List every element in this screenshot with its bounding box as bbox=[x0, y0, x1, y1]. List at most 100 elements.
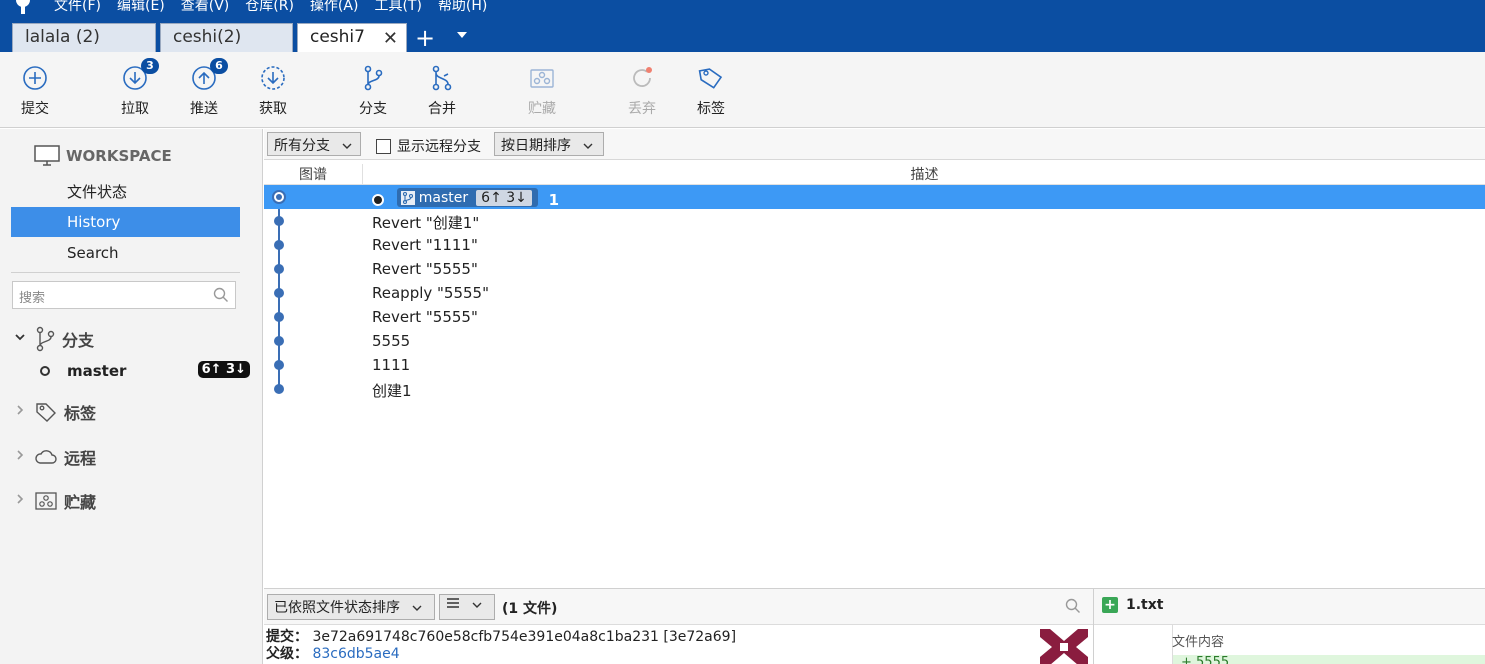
chevron-down-icon bbox=[583, 143, 593, 149]
parent-hash-link[interactable]: 83c6db5ae4 bbox=[312, 646, 399, 662]
merge-button[interactable]: 合并 bbox=[412, 64, 472, 118]
commit-list: master 6↑ 3↓ 1 Revert "创建1" Revert "1111… bbox=[264, 185, 1485, 588]
sort-order-dropdown[interactable]: 按日期排序 bbox=[494, 132, 604, 156]
discard-button[interactable]: 丢弃 bbox=[612, 64, 672, 118]
parent-label: 父级： bbox=[266, 646, 308, 662]
branch-filter-dropdown[interactable]: 所有分支 bbox=[267, 132, 361, 156]
menu-view[interactable]: 查看(V) bbox=[181, 0, 230, 14]
added-file-icon: + bbox=[1102, 597, 1118, 613]
remotes-label: 远程 bbox=[64, 449, 97, 468]
cloud-icon bbox=[35, 450, 57, 464]
commit-row-head[interactable]: master 6↑ 3↓ 1 bbox=[264, 185, 1485, 209]
workspace-header: WORKSPACE bbox=[34, 145, 172, 167]
branches-group[interactable]: 分支 bbox=[14, 326, 94, 352]
commit-row[interactable]: 1111 bbox=[264, 353, 1485, 377]
sidebar-item-history[interactable]: History bbox=[11, 207, 240, 237]
commit-label: 提交： bbox=[266, 629, 308, 645]
menu-file[interactable]: 文件(F) bbox=[54, 0, 101, 14]
commit-row[interactable]: Revert "1111" bbox=[264, 233, 1485, 257]
commit-row[interactable]: Revert "5555" bbox=[264, 257, 1485, 281]
tag-label: 标签 bbox=[697, 101, 725, 117]
commit-row[interactable]: Reapply "5555" bbox=[264, 281, 1485, 305]
merge-label: 合并 bbox=[428, 101, 456, 117]
menu-repository[interactable]: 仓库(R) bbox=[245, 0, 294, 14]
search-icon bbox=[213, 287, 228, 302]
search-placeholder: 搜索 bbox=[19, 291, 46, 306]
branch-icon bbox=[400, 190, 415, 205]
file-sort-value: 已依照文件状态排序 bbox=[274, 600, 400, 616]
show-remote-branches-checkbox[interactable]: 显示远程分支 bbox=[376, 136, 481, 156]
graph-column-header[interactable]: 图谱 bbox=[264, 164, 363, 184]
commit-label: 提交 bbox=[21, 101, 49, 117]
tab-ceshi7[interactable]: ceshi7 ✕ bbox=[297, 23, 407, 52]
pull-button[interactable]: 3 拉取 bbox=[105, 58, 165, 118]
workspace-title: WORKSPACE bbox=[66, 147, 172, 165]
branch-button[interactable]: 分支 bbox=[343, 64, 403, 118]
sidebar-item-search[interactable]: Search bbox=[11, 238, 240, 268]
list-icon bbox=[447, 598, 459, 608]
tab-lalala[interactable]: lalala (2) bbox=[12, 23, 156, 52]
sidebar-item-file-status[interactable]: 文件状态 bbox=[11, 177, 240, 207]
graph-node bbox=[274, 312, 284, 322]
diff-file-name: 1.txt bbox=[1126, 597, 1164, 613]
branch-icon bbox=[36, 326, 55, 352]
chevron-down-icon bbox=[14, 331, 28, 347]
graph-node bbox=[274, 360, 284, 370]
push-count-badge: 6 bbox=[210, 58, 228, 74]
tab-label: ceshi(2) bbox=[173, 27, 242, 47]
tab-label: ceshi7 bbox=[310, 27, 365, 47]
push-label: 推送 bbox=[190, 101, 218, 117]
description-column-header[interactable]: 描述 bbox=[364, 164, 1485, 184]
pull-count-badge: 3 bbox=[141, 58, 159, 74]
new-tab-button[interactable]: + bbox=[415, 26, 435, 50]
tags-group[interactable]: 标签 bbox=[14, 400, 96, 424]
commit-button[interactable]: 提交 bbox=[5, 64, 65, 118]
close-tab-icon[interactable]: ✕ bbox=[383, 28, 398, 49]
file-count: (1 文件) bbox=[502, 601, 558, 617]
commit-message: Revert "1111" bbox=[372, 236, 478, 254]
view-mode-dropdown[interactable] bbox=[439, 594, 495, 620]
stash-button[interactable]: 贮藏 bbox=[512, 64, 572, 118]
diff-toolbar: + 1.txt bbox=[1094, 589, 1485, 625]
tag-button[interactable]: 标签 bbox=[681, 64, 741, 118]
menu-help[interactable]: 帮助(H) bbox=[438, 0, 487, 14]
remotes-group[interactable]: 远程 bbox=[14, 445, 96, 469]
menu-tools[interactable]: 工具(T) bbox=[374, 0, 421, 14]
commit-message: 创建1 bbox=[372, 382, 412, 400]
tab-list-dropdown-icon[interactable] bbox=[457, 32, 467, 38]
author-avatar bbox=[1040, 629, 1088, 664]
tab-label: lalala (2) bbox=[25, 27, 100, 47]
fetch-button[interactable]: 获取 bbox=[243, 64, 303, 118]
menu-edit[interactable]: 编辑(E) bbox=[117, 0, 165, 14]
commit-row[interactable]: 5555 bbox=[264, 329, 1485, 353]
commit-message: Revert "创建1" bbox=[372, 214, 480, 232]
sidebar-branch-master[interactable]: master 6↑ 3↓ bbox=[40, 361, 250, 383]
stash-label: 贮藏 bbox=[528, 101, 556, 117]
commit-list-header: 图谱 描述 bbox=[264, 161, 1485, 185]
commit-row[interactable]: Revert "创建1" bbox=[264, 209, 1485, 233]
menu-actions[interactable]: 操作(A) bbox=[310, 0, 359, 14]
sidebar-search-input[interactable]: 搜索 bbox=[12, 281, 236, 309]
push-button[interactable]: 6 推送 bbox=[174, 58, 234, 118]
fetch-icon bbox=[261, 66, 285, 90]
graph-node bbox=[274, 240, 284, 250]
stashes-group[interactable]: 贮藏 bbox=[14, 489, 96, 513]
file-sort-dropdown[interactable]: 已依照文件状态排序 bbox=[267, 594, 435, 620]
diff-content-header: 文件内容 bbox=[1172, 635, 1225, 650]
search-icon[interactable] bbox=[1065, 598, 1081, 614]
menu-bar: 文件(F) 编辑(E) 查看(V) 仓库(R) 操作(A) 工具(T) 帮助(H… bbox=[0, 0, 1485, 14]
stash-icon bbox=[35, 492, 57, 510]
tab-ceshi[interactable]: ceshi(2) bbox=[160, 23, 293, 52]
commit-message: Revert "5555" bbox=[372, 308, 478, 326]
commit-row[interactable]: Revert "5555" bbox=[264, 305, 1485, 329]
commit-row[interactable]: 创建1 bbox=[264, 377, 1485, 401]
commit-message: Reapply "5555" bbox=[372, 284, 489, 302]
sidebar-divider bbox=[11, 272, 240, 273]
checkbox-box bbox=[376, 138, 391, 154]
branch-label-chip: master 6↑ 3↓ bbox=[396, 188, 538, 207]
app-logo-icon bbox=[16, 0, 30, 14]
chevron-down-icon bbox=[412, 605, 422, 611]
toolbar: 提交 3 拉取 6 推送 获取 分支 合并 贮藏 丢弃 标签 bbox=[0, 52, 1485, 128]
tags-label: 标签 bbox=[64, 404, 97, 423]
current-branch-indicator bbox=[40, 366, 50, 376]
